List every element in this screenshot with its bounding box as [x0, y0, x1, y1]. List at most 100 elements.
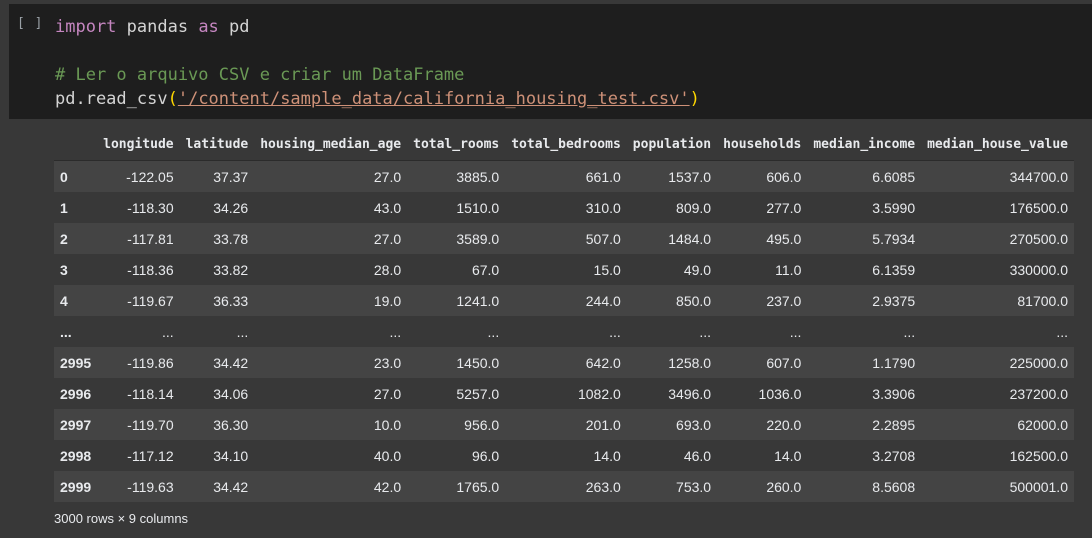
table-cell: 310.0	[505, 192, 627, 223]
table-cell: 507.0	[505, 223, 627, 254]
table-cell: 1241.0	[407, 285, 506, 316]
table-row: 3 -118.36 33.82 28.0 67.0 15.0 49.0 11.0 6.1359 3…	[54, 254, 1074, 285]
table-row: 2995 -119.86 34.42 23.0 1450.0 642.0 1258.0 607…	[54, 347, 1074, 378]
table-row: 2998 -117.12 34.10 40.0 96.0 14.0 46.0 14.0 3.27…	[54, 440, 1074, 471]
table-cell: 34.10	[179, 440, 255, 471]
table-cell: 1510.0	[407, 192, 506, 223]
code-cell: import pandas as pd # Ler o arquivo CSV …	[0, 0, 1092, 119]
table-cell: ...	[626, 316, 718, 347]
table-cell: 8.5608	[807, 471, 922, 502]
code-editor[interactable]: import pandas as pd # Ler o arquivo CSV …	[9, 4, 1092, 119]
table-cell: 220.0	[717, 409, 808, 440]
row-index: 2998	[54, 440, 98, 471]
table-cell: -118.30	[97, 192, 180, 223]
table-cell: 3.3906	[807, 378, 922, 409]
table-cell: 14.0	[505, 440, 627, 471]
table-cell: -119.70	[97, 409, 180, 440]
table-cell: ...	[407, 316, 506, 347]
code-line-comment: # Ler o arquivo CSV e criar um DataFrame	[55, 64, 464, 86]
table-cell: 201.0	[505, 409, 627, 440]
table-cell: 5.7934	[807, 223, 922, 254]
table-cell: 10.0	[254, 409, 408, 440]
table-cell: 27.0	[254, 378, 408, 409]
alias-name: pd	[218, 17, 250, 37]
code-line-read-csv: pd.read_csv('/content/sample_data/califo…	[55, 88, 700, 110]
table-cell: 96.0	[407, 440, 506, 471]
table-header-row: longitude latitude housing_median_age total…	[54, 129, 1074, 161]
table-cell: 956.0	[407, 409, 506, 440]
cell-output: longitude latitude housing_median_age total…	[0, 119, 1092, 538]
table-row: 1 -118.30 34.26 43.0 1510.0 310.0 809.0 277.0 3.…	[54, 192, 1074, 223]
keyword-as: as	[198, 17, 219, 37]
table-cell: 6.1359	[807, 254, 922, 285]
table-cell: 19.0	[254, 285, 408, 316]
run-cell-button[interactable]: [ ]	[17, 16, 45, 36]
table-cell: 3496.0	[626, 378, 718, 409]
table-cell: 40.0	[254, 440, 408, 471]
table-cell: 753.0	[626, 471, 718, 502]
row-index: ...	[54, 316, 98, 347]
table-cell: 43.0	[254, 192, 408, 223]
table-cell: 606.0	[717, 160, 808, 192]
table-cell: 3.2708	[807, 440, 922, 471]
table-cell: 270500.0	[921, 223, 1074, 254]
table-row: ..............................	[54, 316, 1074, 347]
table-cell: 1258.0	[626, 347, 718, 378]
table-cell: 237200.0	[921, 378, 1074, 409]
table-cell: 1537.0	[626, 160, 718, 192]
table-cell: 23.0	[254, 347, 408, 378]
code-comment: # Ler o arquivo CSV e criar um DataFrame	[55, 65, 465, 85]
table-cell: 237.0	[717, 285, 808, 316]
column-header: median_income	[807, 129, 922, 161]
table-cell: 850.0	[626, 285, 718, 316]
table-cell: -117.81	[97, 223, 180, 254]
table-cell: 67.0	[407, 254, 506, 285]
open-paren: (	[167, 89, 178, 109]
table-cell: 34.42	[179, 347, 255, 378]
table-row: 2 -117.81 33.78 27.0 3589.0 507.0 1484.0 495.0 5…	[54, 223, 1074, 254]
row-index: 2	[54, 223, 98, 254]
table-cell: 642.0	[505, 347, 627, 378]
table-cell: 42.0	[254, 471, 408, 502]
table-cell: 27.0	[254, 160, 408, 192]
table-cell: ...	[505, 316, 627, 347]
table-cell: ...	[254, 316, 408, 347]
close-paren: )	[689, 89, 700, 109]
dataframe-shape: 3000 rows × 9 columns	[54, 511, 189, 526]
code-line-import: import pandas as pd	[55, 16, 250, 38]
row-index: 2999	[54, 471, 98, 502]
table-cell: 34.42	[179, 471, 255, 502]
table-cell: 661.0	[505, 160, 627, 192]
table-cell: ...	[807, 316, 922, 347]
table-cell: 1450.0	[407, 347, 506, 378]
row-index: 2995	[54, 347, 98, 378]
table-cell: 62000.0	[921, 409, 1074, 440]
table-cell: 34.06	[179, 378, 255, 409]
table-cell: 3885.0	[407, 160, 506, 192]
row-index: 2997	[54, 409, 98, 440]
table-cell: ...	[717, 316, 808, 347]
table-cell: 27.0	[254, 223, 408, 254]
table-cell: 2.2895	[807, 409, 922, 440]
table-cell: -119.63	[97, 471, 180, 502]
table-cell: ...	[179, 316, 255, 347]
table-cell: 36.30	[179, 409, 255, 440]
column-header: total_rooms	[407, 129, 506, 161]
dataframe-table: longitude latitude housing_median_age total…	[54, 129, 1074, 502]
table-cell: ...	[97, 316, 180, 347]
table-cell: -122.05	[97, 160, 180, 192]
table-cell: -117.12	[97, 440, 180, 471]
table-cell: 5257.0	[407, 378, 506, 409]
table-cell: 344700.0	[921, 160, 1074, 192]
table-cell: 3589.0	[407, 223, 506, 254]
table-cell: 34.26	[179, 192, 255, 223]
table-cell: ...	[921, 316, 1074, 347]
table-cell: 28.0	[254, 254, 408, 285]
column-header: housing_median_age	[254, 129, 408, 161]
table-cell: 14.0	[717, 440, 808, 471]
table-cell: 176500.0	[921, 192, 1074, 223]
table-cell: 1765.0	[407, 471, 506, 502]
keyword-import: import	[55, 17, 117, 37]
module-name: pandas	[116, 17, 199, 37]
table-cell: 46.0	[626, 440, 718, 471]
